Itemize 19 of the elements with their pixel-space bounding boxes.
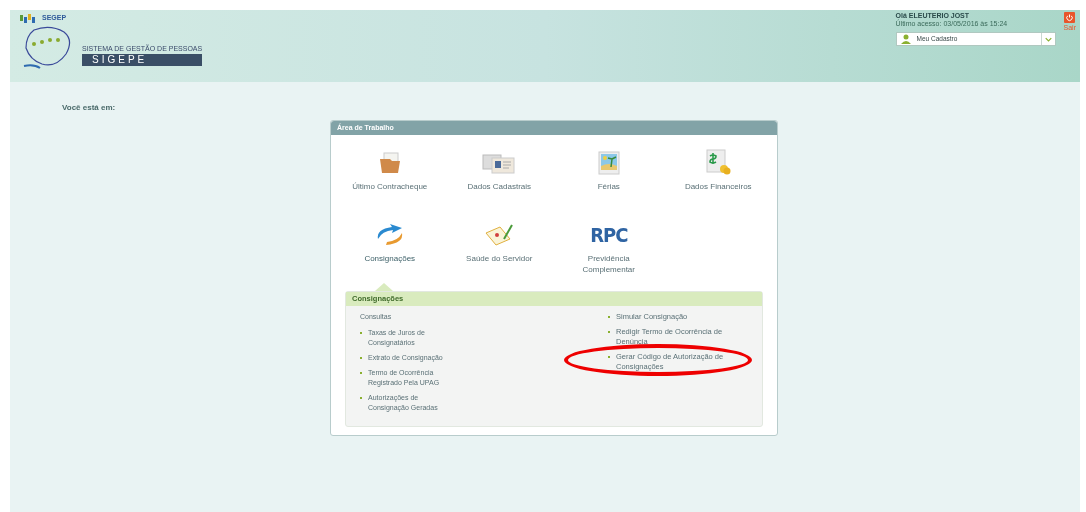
caret-icon [1040, 33, 1055, 45]
dollar-coins-icon [705, 149, 732, 175]
workspace-menu-item[interactable]: Saúde do Servidor [459, 253, 540, 264]
brand-logo-icon [20, 13, 38, 23]
beach-picture-icon [597, 151, 620, 175]
power-icon[interactable] [1064, 12, 1076, 23]
workspace-menu-item[interactable]: Último Contracheque [349, 181, 430, 192]
workspace-menu-item[interactable]: Férias [568, 181, 649, 192]
breadcrumb-label: Você está em: [62, 103, 116, 112]
clipboard-pen-icon [484, 223, 515, 247]
logo-title: SIGEPE [82, 53, 203, 66]
folder-icon [377, 151, 402, 175]
user-icon [900, 34, 911, 44]
rpc-logo: RPC [590, 223, 628, 247]
workspace-menu-item[interactable]: Dados Cadastrais [459, 181, 540, 192]
id-cards-icon [482, 153, 517, 175]
workspace-menu-item[interactable]: Previdência Complementar [568, 253, 649, 275]
workspace-menu-item[interactable]: Consignações [349, 253, 430, 264]
workspace-menu-item[interactable]: Dados Financeiros [678, 181, 759, 192]
